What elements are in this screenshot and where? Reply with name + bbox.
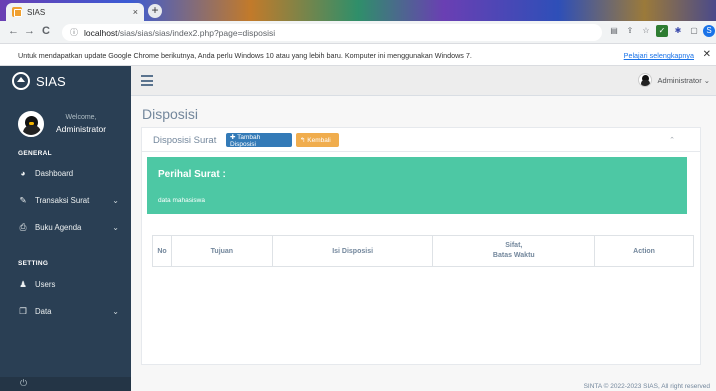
perihal-alert: Perihal Surat : data mahasiswa	[147, 157, 687, 214]
url-input[interactable]: ⓘ localhost/sias/sias/sias/index2.php?pa…	[62, 24, 602, 41]
menu-toggle-icon[interactable]	[141, 75, 153, 89]
infobar-close-icon[interactable]: ✕	[703, 49, 711, 60]
table-header-row: No Tujuan Isi Disposisi Sifat, Batas Wak…	[152, 235, 694, 267]
column-header-action[interactable]: Action	[594, 235, 694, 267]
power-icon[interactable]: ⏻	[20, 378, 27, 389]
avatar	[637, 73, 652, 87]
url-host: localhost	[84, 27, 118, 38]
avatar	[18, 111, 44, 137]
back-button[interactable]: ↰ Kembali	[296, 133, 339, 147]
copy-icon: ❐	[19, 305, 27, 316]
favicon-icon	[12, 7, 22, 17]
browser-tab-strip: SIAS × +	[0, 0, 716, 21]
sidebar: SIAS Welcome, Administrator GENERAL ◕ Da…	[0, 66, 131, 391]
welcome-text: Welcome,	[65, 114, 97, 121]
panel-header: Disposisi Surat ✚ Tambah Disposisi ↰ Kem…	[142, 128, 700, 152]
site-info-icon[interactable]: ⓘ	[70, 27, 78, 38]
chevron-up-icon[interactable]: ⌃	[669, 136, 675, 144]
page-title: Disposisi	[142, 106, 199, 122]
column-header-no[interactable]: No	[152, 235, 172, 267]
copyright-text: SINTA © 2022-2023 SIAS, All right reserv…	[583, 383, 710, 390]
profile-avatar-icon[interactable]: S	[703, 25, 715, 37]
sidebar-footer: ⏻	[0, 377, 131, 391]
back-icon[interactable]: ←	[8, 25, 19, 37]
browser-tab[interactable]: SIAS ×	[6, 3, 144, 21]
user-icon: ♟	[19, 278, 27, 289]
update-infobar: Untuk mendapatkan update Google Chrome b…	[0, 45, 716, 66]
sidebar-item-label: Dashboard	[35, 168, 74, 178]
sidebar-item-buku-agenda[interactable]: ⎙ Buku Agenda ⌄	[0, 217, 131, 237]
main-content: Disposisi Disposisi Surat ✚ Tambah Dispo…	[131, 96, 716, 391]
learn-more-link[interactable]: Pelajari selengkapnya	[624, 51, 694, 60]
chevron-down-icon: ⌄	[703, 75, 710, 85]
home-icon	[12, 72, 30, 90]
share-icon[interactable]: ⇪	[624, 25, 636, 37]
chevron-down-icon: ⌄	[112, 306, 119, 316]
address-bar: ← → C ⓘ localhost/sias/sias/sias/index2.…	[0, 21, 716, 44]
extension-icon[interactable]: ✓	[656, 25, 668, 37]
column-header-tujuan[interactable]: Tujuan	[170, 235, 273, 267]
forward-icon[interactable]: →	[24, 25, 35, 37]
brand[interactable]: SIAS	[0, 66, 131, 96]
chevron-down-icon: ⌄	[112, 195, 119, 205]
sidebar-item-transaksi-surat[interactable]: ✎ Transaksi Surat ⌄	[0, 190, 131, 210]
disposisi-table: No Tujuan Isi Disposisi Sifat, Batas Wak…	[152, 235, 694, 267]
alert-body: data mahasiswa	[158, 197, 205, 204]
sidebar-item-data[interactable]: ❐ Data ⌄	[0, 301, 131, 321]
bookmark-star-icon[interactable]: ☆	[640, 25, 652, 37]
sidebar-item-label: Transaksi Surat	[35, 195, 90, 205]
brand-title: SIAS	[36, 73, 66, 89]
print-icon: ⎙	[19, 221, 27, 232]
sidebar-item-label: Buku Agenda	[35, 222, 82, 232]
sidebar-item-label: Data	[35, 306, 52, 316]
sidebar-item-label: Users	[35, 279, 56, 289]
user-menu[interactable]: Administrator ⌄	[637, 73, 710, 87]
tab-close-icon[interactable]: ×	[133, 7, 138, 17]
sidebar-item-dashboard[interactable]: ◕ Dashboard	[0, 163, 131, 183]
sifat-label: Sifat,	[505, 242, 523, 250]
panel-title: Disposisi Surat	[153, 135, 217, 146]
url-path: /sias/sias/sias/index2.php?page=disposis…	[117, 27, 276, 38]
section-general: GENERAL	[18, 150, 52, 157]
column-header-isi-disposisi[interactable]: Isi Disposisi	[271, 235, 434, 267]
chevron-down-icon: ⌄	[112, 222, 119, 232]
top-navbar: Administrator ⌄	[131, 66, 716, 96]
add-disposisi-button[interactable]: ✚ Tambah Disposisi	[226, 133, 292, 148]
section-setting: SETTING	[18, 260, 49, 267]
disposisi-panel: Disposisi Surat ✚ Tambah Disposisi ↰ Kem…	[141, 127, 701, 365]
user-menu-label: Administrator	[657, 75, 702, 85]
reload-icon[interactable]: C	[42, 25, 50, 37]
tachometer-icon: ◕	[20, 168, 26, 178]
sidebar-item-users[interactable]: ♟ Users	[0, 274, 131, 294]
profile: Welcome, Administrator	[18, 111, 106, 137]
infobar-text: Untuk mendapatkan update Google Chrome b…	[18, 50, 472, 60]
sidepanel-icon[interactable]: ▢	[688, 25, 700, 37]
batas-waktu-label: Batas Waktu	[492, 252, 535, 259]
extensions-puzzle-icon[interactable]: ✱	[672, 25, 684, 37]
tab-title: SIAS	[27, 7, 46, 17]
profile-username: Administrator	[56, 124, 107, 134]
edit-icon: ✎	[19, 194, 27, 205]
column-header-sifat[interactable]: Sifat, Batas Waktu	[432, 235, 596, 267]
alert-title: Perihal Surat :	[158, 169, 226, 180]
new-tab-button[interactable]: +	[148, 4, 162, 18]
translate-icon[interactable]: ▤	[608, 25, 620, 37]
